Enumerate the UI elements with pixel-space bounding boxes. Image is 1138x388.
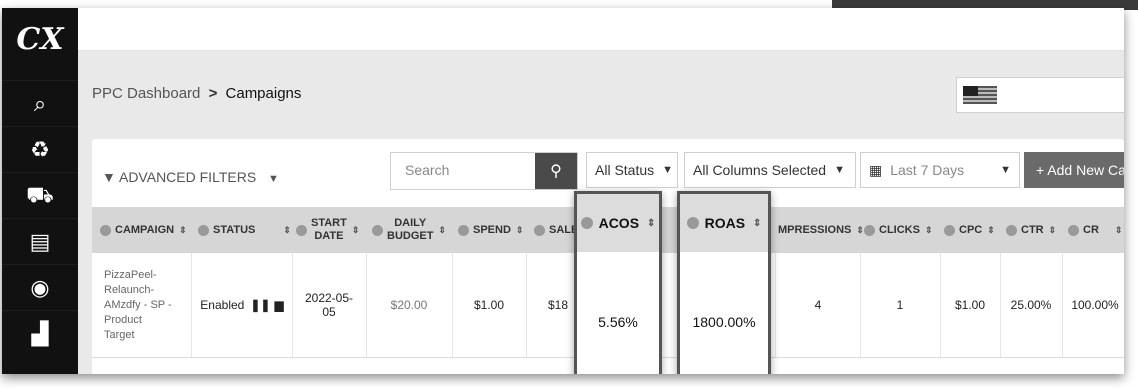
- sort-icon: ⇕: [924, 224, 933, 235]
- col-clicks[interactable]: CLICKS ⇕: [864, 207, 933, 253]
- info-icon: [458, 224, 469, 236]
- sidebar: CX ⌕ ♻ ⛟ ▤ ◉ ▟: [2, 8, 78, 374]
- cell-impressions: 4: [776, 253, 861, 357]
- sort-icon: ⇕: [515, 224, 524, 235]
- col-campaign[interactable]: CAMPAIGN ⇕: [100, 207, 187, 253]
- breadcrumb-root[interactable]: PPC Dashboard: [92, 85, 200, 102]
- status-filter-label: All Status: [595, 162, 655, 178]
- recycle-icon[interactable]: ♻: [2, 126, 78, 173]
- col-impressions[interactable]: MPRESSIONS ⇕: [778, 207, 864, 253]
- sort-icon: ⇕: [753, 217, 762, 229]
- country-selector[interactable]: ▾: [956, 77, 1124, 113]
- col-cr[interactable]: CR ⇕: [1068, 207, 1122, 253]
- status-text: Enabled: [200, 298, 245, 312]
- caret-down-icon: ▼: [268, 173, 279, 185]
- search-eye-icon[interactable]: ◉: [2, 264, 78, 311]
- sort-icon: ⇕: [856, 224, 864, 235]
- date-range-dropdown[interactable]: ▦ Last 7 Days ▼: [860, 152, 1020, 188]
- cell-ctr: 25.00%: [1000, 253, 1063, 357]
- sort-icon: ⇕: [1048, 224, 1057, 235]
- breadcrumb-current: Campaigns: [225, 85, 302, 102]
- cell-cpc: $1.00: [940, 253, 1001, 357]
- sort-icon: ⇕: [1114, 224, 1123, 235]
- col-start-date[interactable]: START DATE ⇕: [296, 207, 359, 253]
- search-input[interactable]: [391, 153, 545, 187]
- app-window: CX ⌕ ♻ ⛟ ▤ ◉ ▟ PPC Dashboard > Campaigns…: [2, 8, 1124, 374]
- columns-filter-dropdown[interactable]: All Columns Selected ▼: [684, 152, 856, 188]
- sort-icon: ⇕: [647, 217, 656, 229]
- col-daily-budget[interactable]: DAILY BUDGET ⇕: [372, 207, 446, 253]
- col-roas[interactable]: ROAS ⇕: [680, 194, 768, 252]
- roas-highlight-column: ROAS ⇕ 1800.00%: [677, 191, 771, 374]
- date-range-label: Last 7 Days: [890, 162, 965, 178]
- col-spend[interactable]: SPEND ⇕: [458, 207, 523, 253]
- status-filter-dropdown[interactable]: All Status ▼: [586, 152, 678, 188]
- info-icon: [1068, 224, 1079, 236]
- col-sales[interactable]: SALE: [534, 207, 578, 253]
- col-ctr[interactable]: CTR ⇕: [1006, 207, 1056, 253]
- cell-roas: 1800.00%: [692, 314, 756, 330]
- app-logo: CX: [16, 21, 64, 57]
- caret-down-icon: ▼: [834, 164, 845, 176]
- cell-acos: 5.56%: [598, 314, 638, 330]
- info-icon: [580, 217, 593, 229]
- info-icon: [296, 224, 307, 236]
- trash-icon[interactable]: ▆: [274, 298, 283, 312]
- cell-cr: 100.00%: [1062, 253, 1124, 357]
- sort-icon: ⇕: [438, 224, 446, 235]
- info-icon: [534, 224, 545, 236]
- sort-icon: ⇕: [179, 224, 187, 235]
- caret-down-icon: ▼: [662, 164, 674, 176]
- search-box: ⚲: [390, 152, 578, 190]
- top-bar: [78, 8, 1124, 51]
- col-status[interactable]: STATUS ⇕: [198, 207, 291, 253]
- bar-chart-icon[interactable]: ▟: [2, 310, 78, 357]
- info-icon: [1006, 224, 1017, 236]
- breadcrumb-separator: >: [208, 85, 218, 102]
- sort-icon: ⇕: [351, 224, 360, 235]
- cell-status: Enabled ❚❚ ▆: [192, 253, 293, 357]
- info-icon: [198, 224, 209, 236]
- us-flag-icon: [963, 86, 997, 104]
- advanced-filters-label: ADVANCED FILTERS: [118, 169, 257, 185]
- info-icon: [686, 217, 699, 229]
- cell-clicks: 1: [860, 253, 941, 357]
- acos-highlight-column: ACOS ⇕ 5.56%: [574, 191, 662, 374]
- cell-spend: $1.00: [452, 253, 527, 357]
- col-acos[interactable]: ACOS ⇕: [577, 194, 659, 252]
- pause-icon[interactable]: ❚❚: [250, 298, 270, 312]
- cart-icon[interactable]: ⛟: [2, 172, 78, 219]
- analytics-icon[interactable]: ⌕: [2, 80, 78, 127]
- add-new-campaign-button[interactable]: + Add New Ca: [1024, 152, 1124, 188]
- columns-filter-label: All Columns Selected: [693, 162, 827, 178]
- filter-icon: ▼: [102, 169, 116, 185]
- cell-campaign[interactable]: PizzaPeel- Relaunch- AMzdfy - SP - Produ…: [92, 253, 192, 357]
- calendar-icon: ▦: [869, 161, 883, 178]
- info-icon: [372, 224, 383, 236]
- advanced-filters-toggle[interactable]: ▼ ADVANCED FILTERS ▼: [102, 169, 279, 185]
- info-icon: [100, 224, 111, 236]
- search-button[interactable]: ⚲: [535, 153, 577, 189]
- breadcrumb: PPC Dashboard > Campaigns: [92, 85, 301, 102]
- info-icon: [944, 224, 955, 236]
- cell-start-date: 2022-05-05: [292, 253, 367, 357]
- caret-down-icon: ▼: [1000, 164, 1011, 176]
- col-cpc[interactable]: CPC ⇕: [944, 207, 995, 253]
- cell-daily-budget: $20.00: [366, 253, 453, 357]
- sort-icon: ⇕: [987, 224, 995, 235]
- sort-icon: ⇕: [283, 224, 291, 235]
- search-icon: ⚲: [550, 163, 562, 180]
- info-icon: [864, 224, 875, 236]
- clipboard-icon[interactable]: ▤: [2, 218, 78, 265]
